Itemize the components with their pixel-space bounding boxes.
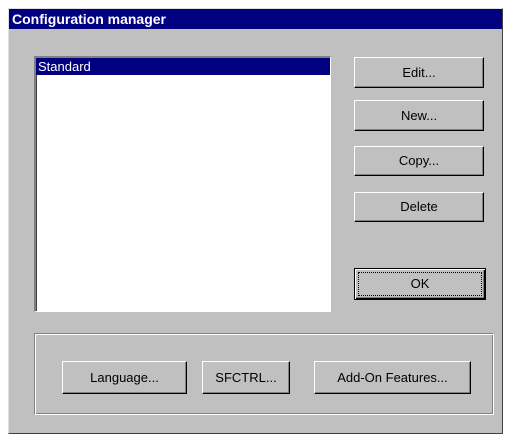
copy-button[interactable]: Copy... xyxy=(354,146,484,176)
language-button[interactable]: Language... xyxy=(62,361,187,394)
edit-button[interactable]: Edit... xyxy=(354,57,484,88)
configuration-listbox[interactable]: Standard xyxy=(34,56,331,312)
configuration-manager-dialog: Configuration manager Standard Edit... N… xyxy=(8,8,503,434)
ok-button[interactable]: OK xyxy=(354,268,486,300)
new-button[interactable]: New... xyxy=(354,100,484,131)
ok-button-label: OK xyxy=(410,276,430,291)
delete-button[interactable]: Delete xyxy=(354,192,484,222)
add-on-features-button[interactable]: Add-On Features... xyxy=(314,361,471,394)
sfctrl-button[interactable]: SFCTRL... xyxy=(202,361,290,394)
list-item-standard[interactable]: Standard xyxy=(36,58,330,75)
window-title: Configuration manager xyxy=(9,9,502,29)
